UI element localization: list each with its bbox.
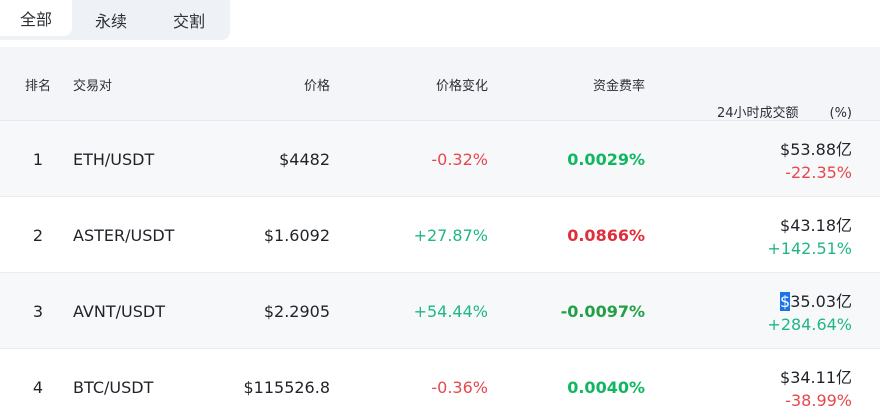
volume-cell: $34.11亿 -38.99% — [640, 349, 852, 420]
table-row[interactable]: 2 ASTER/USDT $1.6092 +27.87% 0.0866% $43… — [0, 197, 880, 273]
price-cell: $1.6092 — [263, 225, 330, 245]
rank-cell: 3 — [32, 301, 44, 321]
volume-amount: $43.18亿 — [780, 212, 852, 236]
tab-delivery[interactable]: 交割 — [150, 2, 228, 38]
table-row[interactable]: 1 ETH/USDT $4482 -0.32% 0.0029% $53.88亿 … — [0, 121, 880, 197]
price-cell: $2.2905 — [263, 301, 330, 321]
volume-change: -38.99% — [785, 391, 852, 410]
header-change[interactable]: 价格变化 — [330, 47, 488, 121]
price-cell: $4482 — [279, 149, 330, 169]
funding-rate-cell: -0.0097% — [560, 301, 645, 321]
header-volume-label: 24小时成交额 — [716, 106, 799, 121]
volume-value: 53.88亿 — [790, 140, 852, 159]
header-rank: 排名 — [24, 78, 51, 94]
funding-rate-cell: 0.0866% — [567, 225, 645, 245]
tab-perpetual[interactable]: 永续 — [72, 2, 150, 38]
volume-change: -22.35% — [785, 163, 852, 182]
header-funding-rate[interactable]: 资金费率 — [490, 47, 645, 121]
volume-value: 35.03亿 — [790, 292, 852, 311]
price-cell: $115526.8 — [243, 377, 330, 397]
funding-rate-cell: 0.0040% — [567, 377, 645, 397]
header-volume[interactable]: 24小时成交额 (%) — [640, 47, 852, 121]
header-volume-pct: (%) — [829, 106, 853, 121]
volume-amount: $53.88亿 — [780, 136, 852, 160]
volume-amount: $34.11亿 — [780, 364, 852, 388]
volume-value: 43.18亿 — [790, 216, 852, 235]
volume-currency: $ — [780, 216, 791, 235]
table-row[interactable]: 4 BTC/USDT $115526.8 -0.36% 0.0040% $34.… — [0, 349, 880, 420]
rank-cell: 1 — [32, 149, 44, 169]
rank-cell: 2 — [32, 225, 44, 245]
table-header: 排名 交易对 价格 价格变化 资金费率 24小时成交额 (%) — [0, 47, 880, 121]
volume-change: +284.64% — [767, 315, 852, 334]
header-price[interactable]: 价格 — [170, 47, 330, 121]
volume-cell: $43.18亿 +142.51% — [640, 197, 852, 273]
rank-cell: 4 — [32, 377, 44, 397]
change-cell: +27.87% — [413, 225, 488, 245]
volume-value: 34.11亿 — [790, 368, 852, 387]
funding-rate-cell: 0.0029% — [567, 149, 645, 169]
volume-cell: $53.88亿 -22.35% — [640, 121, 852, 197]
tab-all[interactable]: 全部 — [0, 0, 72, 36]
table-row[interactable]: 3 AVNT/USDT $2.2905 +54.44% -0.0097% $35… — [0, 273, 880, 349]
change-cell: +54.44% — [413, 301, 488, 321]
volume-currency-selected[interactable]: $ — [780, 292, 791, 311]
volume-currency: $ — [780, 140, 791, 159]
volume-cell: $35.03亿 +284.64% — [640, 273, 852, 349]
volume-currency: $ — [780, 368, 791, 387]
change-cell: -0.32% — [431, 149, 488, 169]
ranking-table: 排名 交易对 价格 价格变化 资金费率 24小时成交额 (%) 1 ETH/US… — [0, 47, 880, 420]
volume-amount: $35.03亿 — [780, 288, 852, 312]
volume-change: +142.51% — [767, 239, 852, 258]
market-tabs: 全部 永续 交割 — [0, 0, 230, 40]
change-cell: -0.36% — [431, 377, 488, 397]
